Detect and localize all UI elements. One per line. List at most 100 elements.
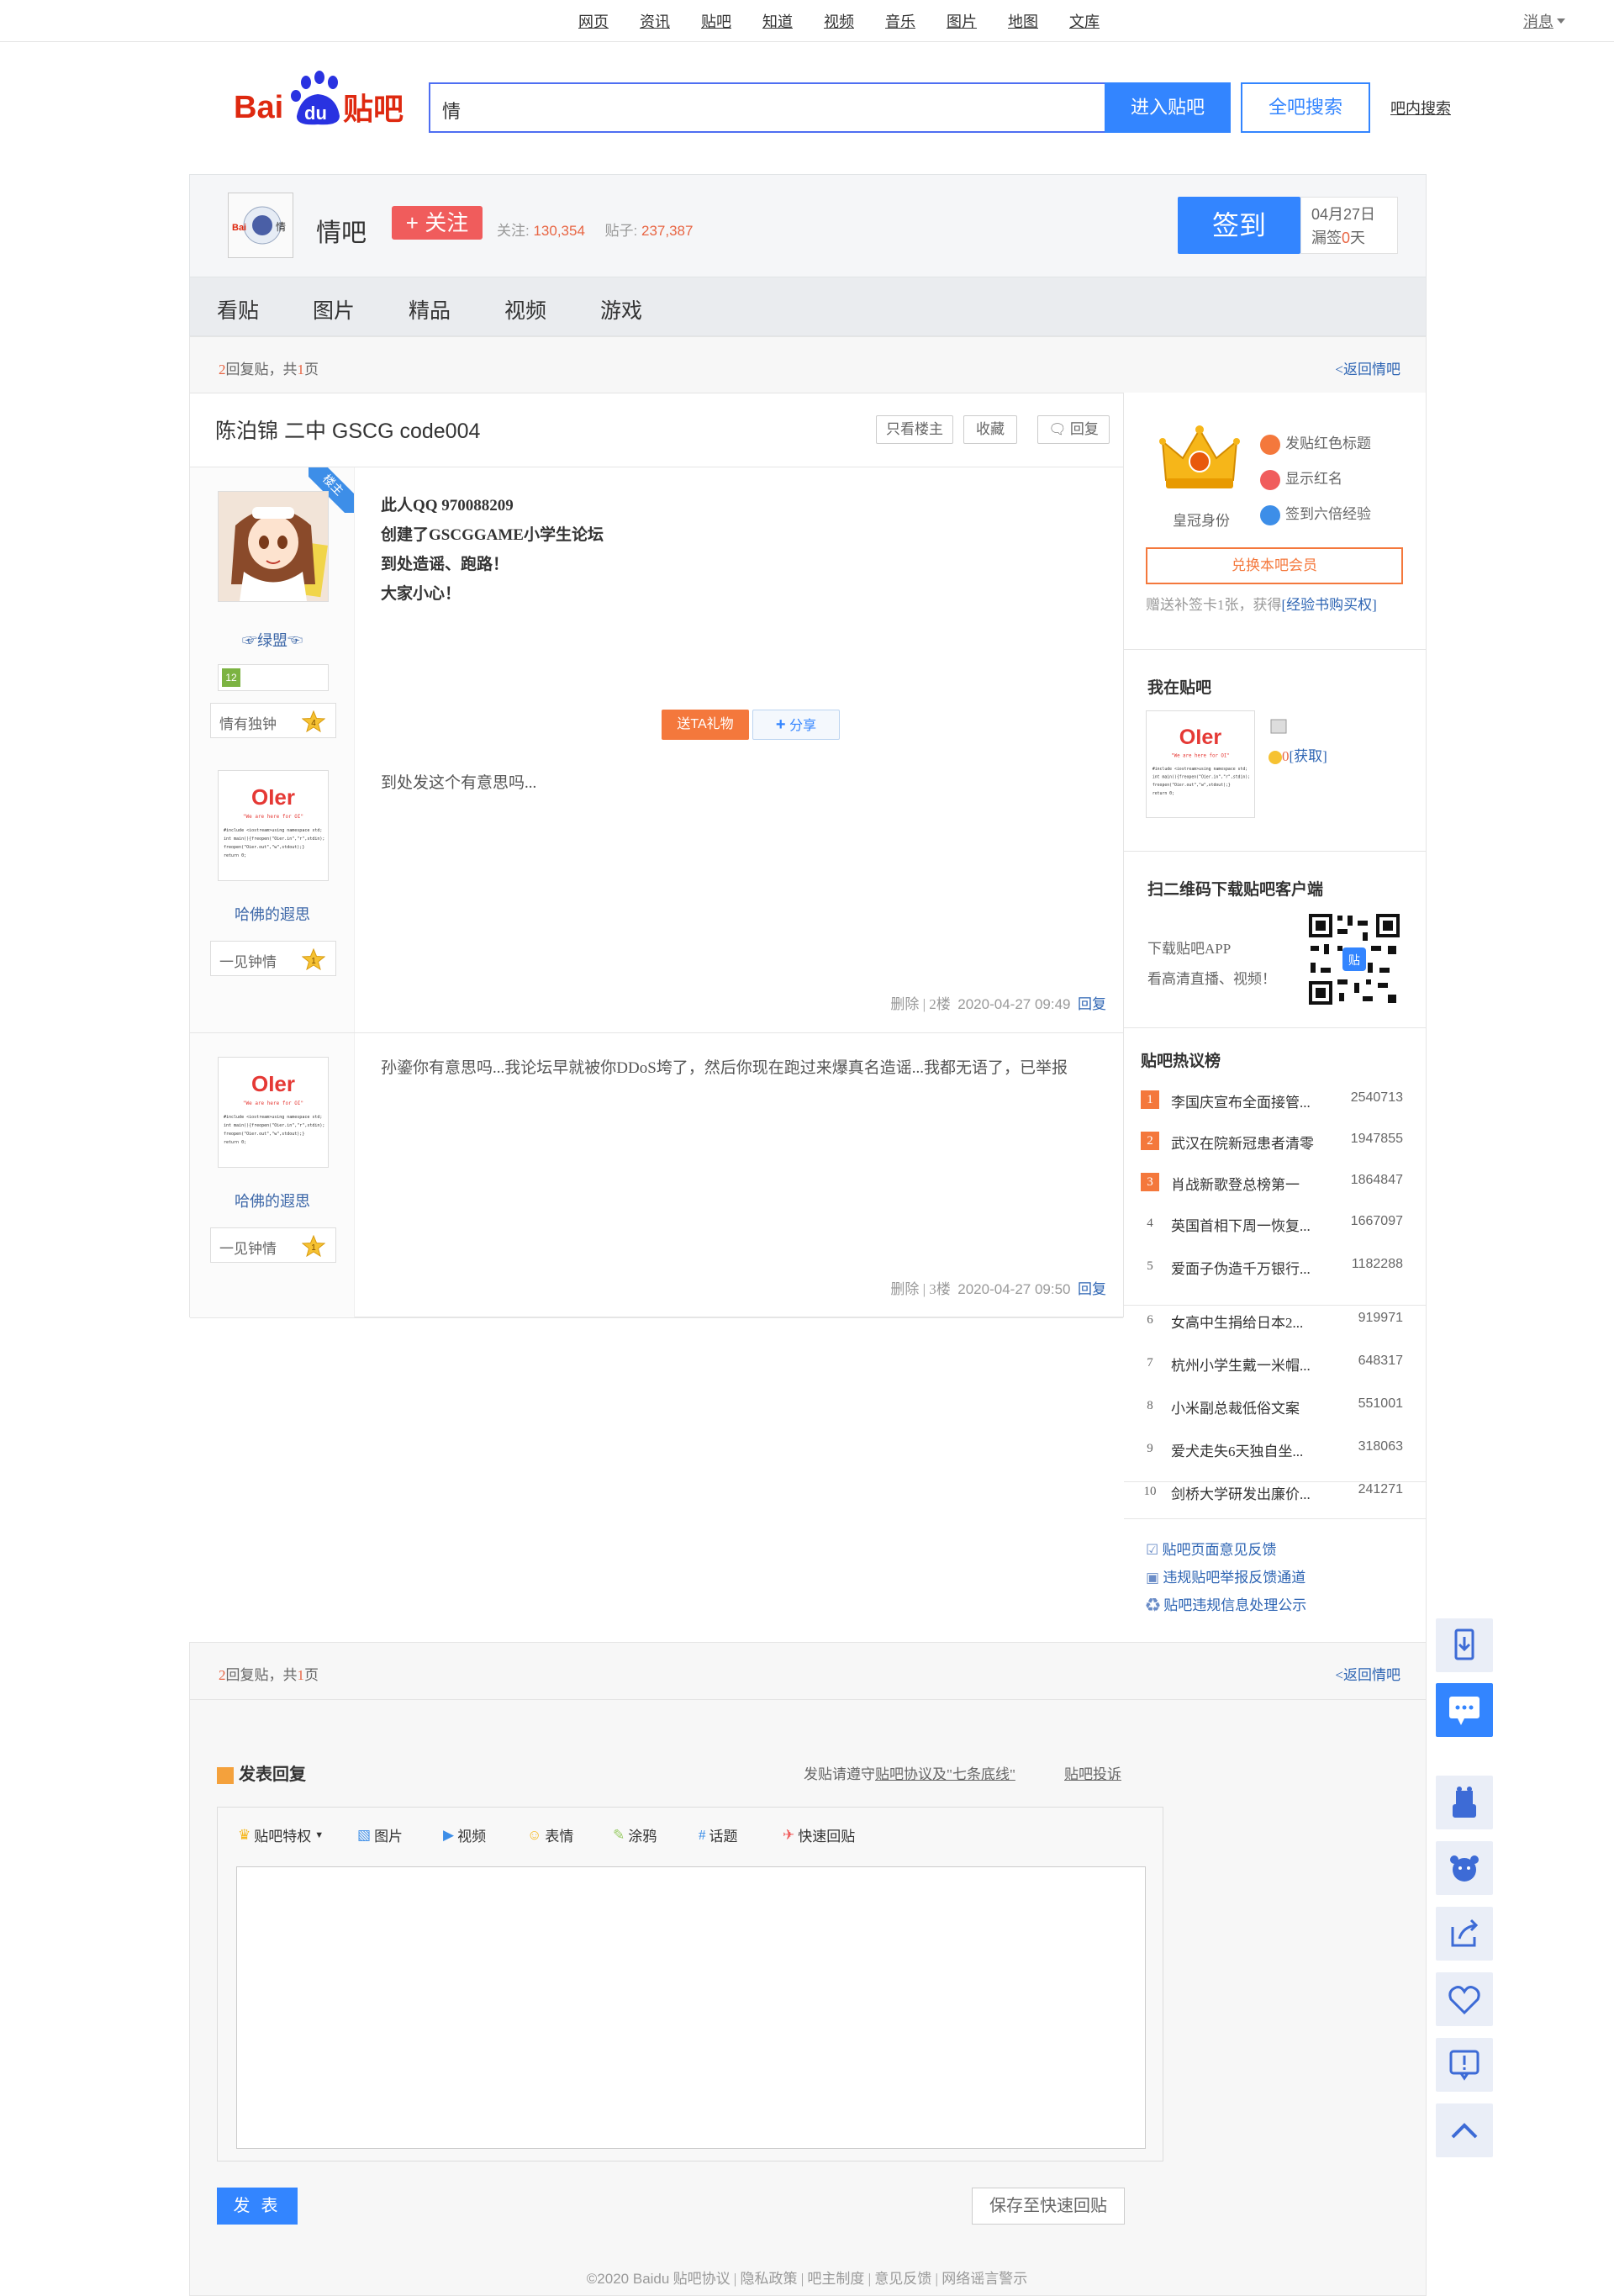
- author-name[interactable]: ☞绿盟☜: [190, 629, 355, 651]
- in-bar-search-link[interactable]: 吧内搜索: [1390, 97, 1451, 119]
- global-search-button[interactable]: 全吧搜索: [1241, 82, 1370, 133]
- qr-title: 扫二维码下载贴吧客户端: [1147, 881, 1324, 899]
- topic-tool[interactable]: # 话题: [699, 1824, 738, 1845]
- top-nav-images[interactable]: 图片: [947, 10, 1008, 32]
- hot-item[interactable]: 4 英国首相下周一恢复... 1667097: [1141, 1212, 1410, 1238]
- video-tool[interactable]: ▶ 视频: [443, 1824, 486, 1845]
- exchange-vip-button[interactable]: 兑换本吧会员: [1146, 547, 1403, 584]
- top-nav-tieba[interactable]: 贴吧: [701, 10, 762, 32]
- footer-link-agreement[interactable]: 贴吧协议: [673, 2271, 731, 2287]
- top-nav-map[interactable]: 地图: [1008, 10, 1069, 32]
- emoji-tool[interactable]: ☺ 表情: [527, 1824, 573, 1845]
- tab-video[interactable]: 视频: [504, 294, 546, 325]
- footer-link-rumor[interactable]: 网络谣言警示: [942, 2271, 1027, 2287]
- hot-item[interactable]: 1 李国庆宣布全面接管... 2540713: [1141, 1089, 1410, 1114]
- back-to-forum-link[interactable]: <返回情吧: [1335, 357, 1400, 378]
- hot-count: 2540713: [1350, 1090, 1403, 1105]
- sign-info: 04月27日 漏签0天: [1300, 197, 1398, 254]
- rank-badge[interactable]: 一见钟情 1: [210, 1227, 336, 1263]
- doodle-tool[interactable]: ✎ 涂鸦: [613, 1824, 657, 1845]
- rank-badge[interactable]: 情有独钟 4: [210, 703, 336, 738]
- favorite-tool[interactable]: [1436, 1972, 1493, 2026]
- send-gift-button[interactable]: 送TA礼物: [662, 710, 749, 740]
- feedback-link[interactable]: ☑ 贴吧页面意见反馈: [1146, 1536, 1306, 1564]
- collect-button[interactable]: 收藏: [963, 415, 1017, 444]
- svg-text:1: 1: [311, 1243, 316, 1253]
- second-author-name[interactable]: 哈佛的遐思: [190, 903, 355, 925]
- top-nav-music[interactable]: 音乐: [885, 10, 947, 32]
- top-nav-web[interactable]: 网页: [578, 10, 640, 32]
- tab-images[interactable]: 图片: [313, 294, 355, 325]
- post-line: 创建了GSCGGAME小学生论坛: [381, 526, 604, 544]
- hot-item[interactable]: 9 爱犬走失6天独自坐... 318063: [1141, 1438, 1410, 1463]
- delete-link[interactable]: 删除: [890, 996, 919, 1012]
- forum-name[interactable]: 情吧: [316, 212, 367, 249]
- share-tool[interactable]: [1436, 1907, 1493, 1961]
- qr-code[interactable]: 贴: [1307, 912, 1401, 1011]
- second-rank-badge[interactable]: 一见钟情 1: [210, 941, 336, 976]
- avatar[interactable]: [218, 491, 329, 602]
- only-op-button[interactable]: 只看楼主: [876, 415, 953, 444]
- reply-editor[interactable]: [236, 1866, 1146, 2149]
- top-nav-news[interactable]: 资讯: [640, 10, 701, 32]
- top-nav-wenku[interactable]: 文库: [1069, 10, 1131, 32]
- reply-count: 2: [219, 362, 226, 377]
- hot-title: 爱面子伪造千万银行...: [1171, 1261, 1311, 1277]
- top-nav-zhidao[interactable]: 知道: [762, 10, 824, 32]
- tab-featured[interactable]: 精品: [409, 294, 451, 325]
- footer-link-owner-rules[interactable]: 吧主制度: [807, 2271, 864, 2287]
- rules-link[interactable]: 贴吧协议及"七条底线": [875, 1766, 1015, 1782]
- bear-tool[interactable]: [1436, 1841, 1493, 1895]
- report-tool[interactable]: [1436, 2038, 1493, 2092]
- avatar-oier[interactable]: OIer "We are here for OI" #include <iost…: [218, 1057, 329, 1168]
- hot-item[interactable]: 7 杭州小学生戴一米帽... 648317: [1141, 1352, 1410, 1377]
- back-to-top-tool[interactable]: [1436, 2103, 1493, 2157]
- messages-dropdown[interactable]: 消息: [1523, 10, 1565, 32]
- top-nav-video[interactable]: 视频: [824, 10, 885, 32]
- back-to-forum-link[interactable]: <返回情吧: [1335, 1663, 1400, 1684]
- tail-reply-link[interactable]: 回复: [1078, 996, 1106, 1012]
- post-floor-3: OIer "We are here for OI" #include <iost…: [190, 1032, 1123, 1318]
- image-tool[interactable]: ▧ 图片: [357, 1824, 403, 1845]
- gift-link[interactable]: [经验书购买权]: [1282, 597, 1377, 613]
- search-input[interactable]: 情: [429, 82, 1105, 133]
- hot-item[interactable]: 10 剑桥大学研发出廉价... 241271: [1141, 1481, 1410, 1506]
- avatar-oier[interactable]: OIer "We are here for OI" #include <iost…: [218, 770, 329, 881]
- hot-item[interactable]: 6 女高中生捐给日本2... 919971: [1141, 1309, 1410, 1334]
- forum-avatar[interactable]: Bai 情: [228, 193, 293, 258]
- delete-link[interactable]: 删除: [890, 1281, 919, 1297]
- thread-title: 陈泊锦 二中 GSCG code004: [215, 420, 481, 443]
- hot-list-section: 贴吧热议榜 1 李国庆宣布全面接管... 2540713 2 武汉在院新冠患者清零 19…: [1124, 1028, 1427, 1306]
- tail-reply-link[interactable]: 回复: [1078, 1281, 1106, 1297]
- hot-list-more: 6 女高中生捐给日本2... 919971 7 杭州小学生戴一米帽... 648317 …: [1124, 1306, 1427, 1482]
- download-app-tool[interactable]: [1436, 1618, 1493, 1672]
- save-quick-reply-button[interactable]: 保存至快速回贴: [972, 2188, 1125, 2225]
- hot-item[interactable]: 5 爱面子伪造千万银行... 1182288: [1141, 1255, 1410, 1280]
- magic-tool[interactable]: [1436, 1776, 1493, 1829]
- privilege-tool[interactable]: ♛ 贴吧特权 ▼: [238, 1824, 324, 1845]
- reply-button[interactable]: 🗨 回复: [1037, 415, 1110, 444]
- follow-button[interactable]: + 关注: [392, 206, 483, 240]
- signin-button[interactable]: 签到: [1178, 197, 1300, 254]
- footer-link-feedback[interactable]: 意见反馈: [874, 2271, 931, 2287]
- enter-bar-button[interactable]: 进入贴吧: [1105, 82, 1231, 133]
- quick-reply-tool[interactable]: ✈ 快速回贴: [783, 1824, 855, 1845]
- tab-posts[interactable]: 看贴: [217, 294, 259, 325]
- tab-games[interactable]: 游戏: [600, 294, 642, 325]
- hot-item[interactable]: 2 武汉在院新冠患者清零 1947855: [1141, 1130, 1410, 1155]
- footer-link-privacy[interactable]: 隐私政策: [740, 2271, 797, 2287]
- share-button[interactable]: + 分享: [752, 710, 840, 740]
- author-name[interactable]: 哈佛的遐思: [190, 1190, 355, 1211]
- hot-item[interactable]: 3 肖战新歌登总榜第一 1864847: [1141, 1171, 1410, 1196]
- hot-item[interactable]: 8 小米副总裁低俗文案 551001: [1141, 1395, 1410, 1420]
- report-link[interactable]: ▣ 违规贴吧举报反馈通道: [1146, 1564, 1306, 1591]
- my-avatar[interactable]: OIer "We are here for OI" #include <iost…: [1146, 710, 1255, 818]
- tdou-get-link[interactable]: [获取]: [1290, 748, 1327, 764]
- violation-link[interactable]: ♻ 贴吧违规信息处理公示: [1146, 1591, 1306, 1619]
- complain-link[interactable]: 贴吧投诉: [1064, 1762, 1121, 1783]
- chat-tool[interactable]: [1436, 1683, 1493, 1737]
- baidu-tieba-logo[interactable]: Bai du 贴吧: [234, 67, 410, 131]
- level-badge: 12: [222, 668, 240, 687]
- post-reply-button[interactable]: 发 表: [217, 2188, 298, 2225]
- hashtag-icon: #: [699, 1826, 706, 1843]
